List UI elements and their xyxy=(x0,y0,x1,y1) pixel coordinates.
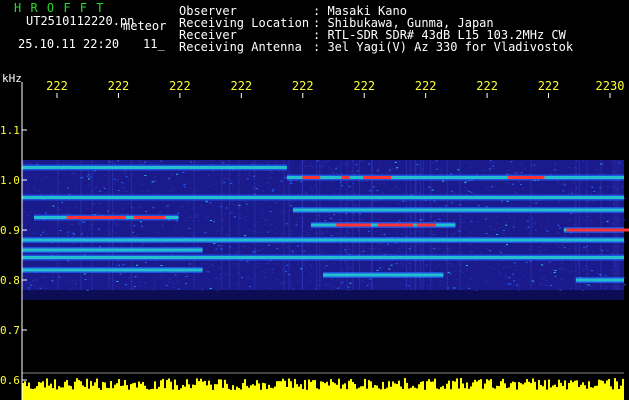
y-tick-label: 1.0 xyxy=(0,174,20,187)
signal-peak xyxy=(416,223,436,227)
signal-band xyxy=(22,196,624,199)
noise-streak xyxy=(254,160,256,290)
y-tick-label: 0.6 xyxy=(0,374,20,387)
signal-peak xyxy=(402,223,414,227)
signal-peak xyxy=(363,176,380,179)
y-tick-label: 1.1 xyxy=(0,124,20,137)
signal-band xyxy=(323,273,444,277)
signal-peak xyxy=(596,228,629,232)
x-tick-label: 222 xyxy=(230,79,252,93)
signal-band xyxy=(22,256,624,259)
x-tick-label: 222 xyxy=(46,79,68,93)
power-bar xyxy=(22,372,624,400)
signal-peak xyxy=(392,223,401,227)
plot-area xyxy=(22,160,629,300)
noise-streak xyxy=(229,160,230,290)
signal-peak xyxy=(109,216,126,219)
y-tick-label: 0.8 xyxy=(0,274,20,287)
signal-peak xyxy=(133,216,157,219)
y-tick-label: 0.9 xyxy=(0,224,20,237)
signal-band xyxy=(22,166,287,169)
noise-streak xyxy=(221,160,223,290)
signal-peak xyxy=(568,228,586,232)
x-tick-label: 222 xyxy=(538,79,560,93)
signal-peak xyxy=(341,176,350,179)
noise-edge xyxy=(22,290,624,300)
signal-band xyxy=(575,278,624,282)
signal-band xyxy=(22,238,624,242)
x-tick-label: 222 xyxy=(292,79,314,93)
signal-peak xyxy=(78,216,107,219)
signal-peak xyxy=(507,176,545,179)
signal-peak xyxy=(336,223,366,227)
noise-streak xyxy=(283,160,285,290)
spectrogram-chart: 1.1 1.0 0.9 0.8 0.7 0.6 222 222 222 222 222 222 222 2… xyxy=(0,79,629,400)
x-tick-label: 222 xyxy=(476,79,498,93)
hrofft-spectrogram-window: H R O F F T UT2510112220.pn meteor 25.10… xyxy=(0,0,629,400)
x-tick-label: 222 xyxy=(108,79,130,93)
power-bar-bars xyxy=(22,378,624,400)
y-tick-label: 0.7 xyxy=(0,324,20,337)
noise-streak xyxy=(238,160,240,290)
signal-band xyxy=(22,268,203,272)
x-tick-label: 222 xyxy=(415,79,437,93)
signal-band xyxy=(292,208,624,212)
signal-peak xyxy=(66,216,83,219)
signal-band xyxy=(286,176,624,179)
signal-band xyxy=(22,248,203,252)
x-tick-label: 2230 xyxy=(596,79,625,93)
signal-peak xyxy=(302,176,321,179)
x-tick-label: 222 xyxy=(169,79,191,93)
x-tick-label: 222 xyxy=(353,79,375,93)
